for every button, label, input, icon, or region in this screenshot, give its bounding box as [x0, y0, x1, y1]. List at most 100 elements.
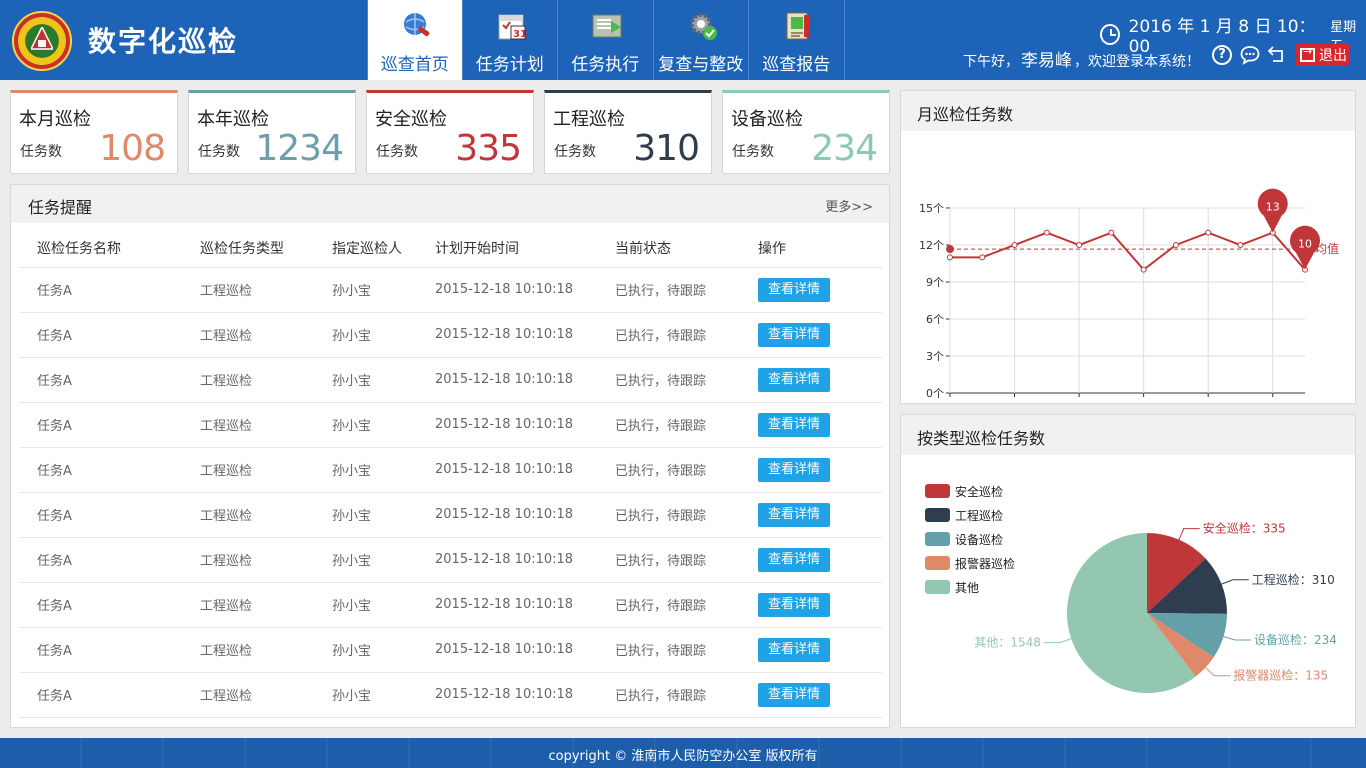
table-cell: 已执行，待跟踪: [615, 357, 758, 403]
y-tick-label: 12个: [919, 239, 944, 252]
table-cell: 已执行，待跟踪: [615, 447, 758, 493]
panel-title: 按类型巡检任务数: [917, 429, 1046, 448]
table-cell: 工程巡检: [200, 267, 332, 313]
table-cell: 孙小宝: [332, 312, 435, 358]
monthly-line-chart: 0个3个6个9个12个15个1月3月5月7月9月11月平均值1310: [919, 188, 1339, 415]
table-cell: 孙小宝: [332, 672, 435, 718]
table-cell: 已执行，待跟踪: [615, 537, 758, 583]
view-details-button[interactable]: 查看详情: [758, 592, 830, 617]
main-nav: 巡查首页 31 任务计划 任务执行 复查与整改 巡查报告: [367, 0, 845, 80]
chat-icon[interactable]: [1240, 45, 1260, 65]
table-cell: 2015-12-18 10:10:18: [435, 627, 615, 673]
slice-leader-line: [1205, 667, 1231, 677]
panel-header: 任务提醒 更多>>: [11, 185, 889, 223]
more-link[interactable]: 更多>>: [825, 196, 873, 215]
table-cell: 查看详情: [758, 492, 882, 538]
welcome-tail: ，欢迎登录本系统！: [1074, 54, 1200, 70]
data-point[interactable]: [1043, 229, 1050, 236]
view-details-button[interactable]: 查看详情: [758, 412, 830, 437]
nav-item-task-plan[interactable]: 31 任务计划: [463, 0, 558, 80]
column-header: 指定巡检人: [332, 229, 435, 268]
stat-title: 安全巡检: [375, 109, 447, 130]
table-cell: 孙小宝: [332, 447, 435, 493]
stat-value: 1234: [255, 128, 344, 169]
nav-item-inspection-report[interactable]: 巡查报告: [749, 0, 845, 80]
stat-subtitle: 任务数: [20, 144, 62, 160]
table-cell: 2015-12-18 10:10:18: [435, 447, 615, 493]
y-tick-label: 6个: [926, 313, 944, 326]
data-point[interactable]: [1076, 242, 1083, 248]
view-details-button[interactable]: 查看详情: [758, 682, 830, 707]
slice-label: 安全巡检：335: [1203, 521, 1286, 536]
table-cell: 工程巡检: [200, 672, 332, 718]
table-cell: 查看详情: [758, 312, 882, 358]
table-cell: 任务A: [20, 492, 200, 538]
x-tick-label: 9月: [1199, 402, 1217, 403]
table-cell: 孙小宝: [332, 357, 435, 403]
view-details-button[interactable]: 查看详情: [758, 367, 830, 392]
greeting: 下午好，: [963, 54, 1019, 70]
logout-button[interactable]: 退出: [1296, 44, 1349, 66]
table-row: 任务A 工程巡检 孙小宝 2015-12-18 10:10:18 已执行，待跟踪 查看详情: [20, 447, 882, 493]
table-cell: 2015-12-18 10:10:18: [435, 537, 615, 583]
data-point[interactable]: [1140, 266, 1147, 273]
x-tick-label: 11月: [1260, 402, 1285, 403]
table-cell: 查看详情: [758, 627, 882, 673]
view-details-button[interactable]: 查看详情: [758, 277, 830, 302]
y-tick-label: 9个: [926, 276, 944, 289]
table-cell: 孙小宝: [332, 537, 435, 583]
return-icon[interactable]: [1267, 45, 1287, 65]
table-cell: 工程巡检: [200, 447, 332, 493]
app-title: 数字化巡检: [88, 25, 239, 58]
value-pin-marker: 13: [1257, 188, 1288, 233]
slice-leader-line: [1223, 636, 1251, 641]
play-screen-icon: [592, 14, 622, 38]
data-point[interactable]: [1205, 229, 1212, 236]
nav-item-task-execute[interactable]: 任务执行: [558, 0, 654, 80]
stat-value: 108: [99, 128, 166, 169]
report-book-icon: [786, 12, 809, 40]
table-cell: 孙小宝: [332, 627, 435, 673]
globe-wrench-icon: [404, 13, 430, 37]
data-point[interactable]: [1011, 242, 1018, 248]
table-cell: 2015-12-18 10:10:18: [435, 402, 615, 448]
data-point[interactable]: [979, 254, 986, 261]
average-marker: [946, 245, 954, 254]
table-cell: 任务A: [20, 627, 200, 673]
table-cell: 任务A: [20, 537, 200, 583]
view-details-button[interactable]: 查看详情: [758, 547, 830, 572]
data-point[interactable]: [947, 254, 953, 261]
svg-text:31: 31: [513, 29, 527, 40]
table-cell: 任务A: [20, 312, 200, 358]
x-tick-label: 7月: [1135, 402, 1153, 403]
stat-title: 工程巡检: [553, 109, 625, 130]
column-header: 当前状态: [615, 229, 758, 268]
data-point[interactable]: [1172, 242, 1179, 248]
table-cell: 已执行，待跟踪: [615, 492, 758, 538]
table-cell: 查看详情: [758, 402, 882, 448]
help-icon[interactable]: ?: [1212, 45, 1232, 65]
data-point[interactable]: [1237, 242, 1244, 248]
nav-label: 任务执行: [571, 55, 640, 75]
top-header: 数字化巡检 巡查首页 31 任务计划 任务执行 复查与整改 巡查报告 2016 …: [0, 0, 1366, 80]
table-cell: 2015-12-18 10:10:18: [435, 582, 615, 628]
view-details-button[interactable]: 查看详情: [758, 322, 830, 347]
table-cell: 任务A: [20, 582, 200, 628]
logout-label: 退出: [1319, 48, 1347, 64]
view-details-button[interactable]: 查看详情: [758, 457, 830, 482]
nav-item-review-rectify[interactable]: 复查与整改: [654, 0, 749, 80]
view-details-button[interactable]: 查看详情: [758, 637, 830, 662]
table-cell: 任务A: [20, 357, 200, 403]
table-cell: 孙小宝: [332, 267, 435, 313]
data-point[interactable]: [1108, 229, 1115, 236]
table-row: 任务A 工程巡检 孙小宝 2015-12-18 10:10:18 已执行，待跟踪 查看详情: [20, 492, 882, 538]
table-row: 任务A 工程巡检 孙小宝 2015-12-18 10:10:18 已执行，待跟踪 查看详情: [20, 537, 882, 583]
table-cell: 已执行，待跟踪: [615, 312, 758, 358]
stat-title: 本月巡检: [19, 109, 91, 130]
nav-item-inspection-home[interactable]: 巡查首页: [367, 0, 463, 80]
nav-label: 巡查首页: [380, 55, 449, 75]
view-details-button[interactable]: 查看详情: [758, 502, 830, 527]
table-cell: 查看详情: [758, 267, 882, 313]
task-reminder-panel: 任务提醒 更多>> 巡检任务名称 巡检任务类型 指定巡检人 计划开始时间 当前状态 操作 …: [10, 184, 890, 728]
y-tick-label: 3个: [926, 350, 944, 363]
